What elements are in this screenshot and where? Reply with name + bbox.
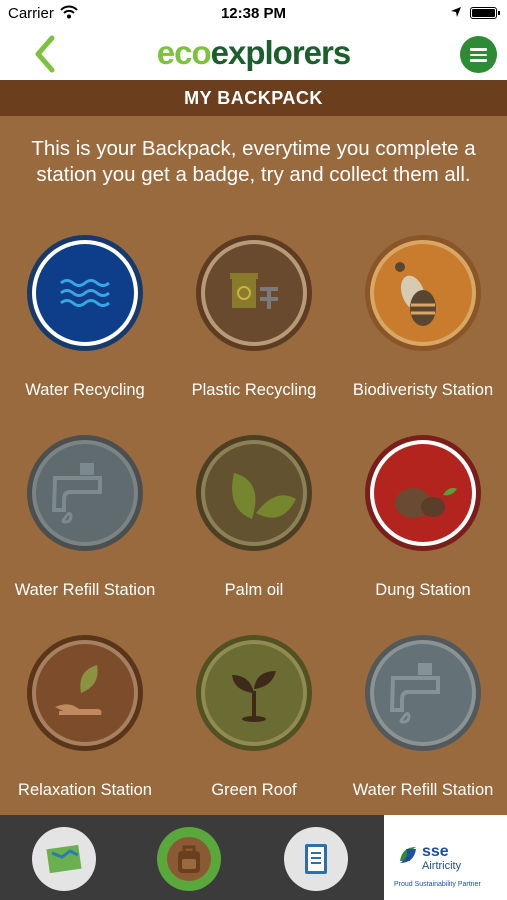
badge-water-refill-station-2[interactable]: Water Refill Station xyxy=(338,633,507,833)
dung-icon xyxy=(365,435,481,551)
badge-palm-oil[interactable]: Palm oil xyxy=(169,433,339,633)
status-time: 12:38 PM xyxy=(220,5,287,22)
intro-text: This is your Backpack, everytime you com… xyxy=(31,137,476,186)
badge-label: Biodiveristy Station xyxy=(352,381,494,399)
bee-icon xyxy=(365,235,481,351)
badge-label: Relaxation Station xyxy=(18,781,152,799)
app-logo: ecoexplorers xyxy=(156,34,351,71)
status-bar: Carrier 12:38 PM xyxy=(0,0,507,28)
badge-green-roof[interactable]: Green Roof xyxy=(169,633,339,833)
hand-plant-icon xyxy=(27,635,143,751)
leaves-icon xyxy=(196,435,312,551)
tap-icon xyxy=(365,635,481,751)
sprout-icon xyxy=(196,635,312,751)
badge-label: Water Recycling xyxy=(25,381,145,399)
badge-water-refill-station[interactable]: Water Refill Station xyxy=(0,433,170,633)
battery-icon xyxy=(470,7,500,19)
badge-label: Palm oil xyxy=(224,581,284,599)
badge-relaxation-station[interactable]: Relaxation Station xyxy=(0,633,170,833)
sponsor-name: sse xyxy=(422,843,449,860)
page-title: MY BACKPACK xyxy=(0,80,507,116)
nav-bar: ecoexplorers xyxy=(0,28,507,80)
clipboard-icon xyxy=(305,844,327,874)
badge-plastic-recycling[interactable]: Plastic Recycling xyxy=(169,233,339,433)
badge-label: Plastic Recycling xyxy=(191,381,317,399)
badge-biodiversity-station[interactable]: Biodiveristy Station xyxy=(338,233,507,433)
backpack-icon xyxy=(167,837,211,881)
location-arrow-icon xyxy=(451,7,461,17)
sse-swirl-icon xyxy=(400,847,416,863)
hamburger-icon[interactable] xyxy=(460,36,497,73)
tab-backpack[interactable] xyxy=(157,827,221,891)
badge-water-recycling[interactable]: Water Recycling xyxy=(0,233,170,433)
sponsor-logo: sse Airtricity Proud Sustainability Part… xyxy=(384,815,507,900)
sponsor-name-sub: Airtricity xyxy=(422,860,462,872)
water-waves-icon xyxy=(27,235,143,351)
map-icon xyxy=(46,844,82,874)
badge-label: Water Refill Station xyxy=(352,781,494,799)
recycle-bin-icon xyxy=(196,235,312,351)
tab-clipboard[interactable] xyxy=(284,827,348,891)
tap-icon xyxy=(27,435,143,551)
badge-dung-station[interactable]: Dung Station xyxy=(338,433,507,633)
tab-map[interactable] xyxy=(32,827,96,891)
badge-label: Green Roof xyxy=(211,781,297,799)
badge-label: Dung Station xyxy=(375,581,471,599)
badge-label: Water Refill Station xyxy=(14,581,156,599)
sponsor-tagline: Proud Sustainability Partner xyxy=(394,881,481,888)
